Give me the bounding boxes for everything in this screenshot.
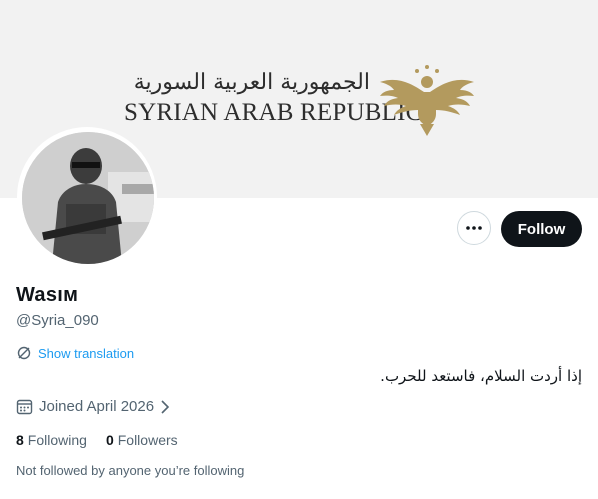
following-link[interactable]: 8 Following: [16, 432, 87, 448]
profile-bio: إذا أردت السلام، فاستعد للحرب.: [380, 367, 582, 385]
display-name: Wasıм: [16, 284, 79, 306]
follow-stats: 8 Following 0 Followers: [16, 432, 197, 448]
not-followed-note: Not followed by anyone you’re following: [16, 463, 245, 478]
more-dots-icon: [466, 226, 482, 230]
user-handle: @Syria_090: [16, 312, 99, 329]
more-options-button[interactable]: [457, 211, 491, 245]
banner-title-arabic: الجمهورية العربية السورية: [133, 70, 370, 95]
chevron-right-icon: [161, 399, 170, 414]
followers-label: Followers: [117, 432, 178, 448]
joined-date: Joined April 2026: [39, 398, 155, 415]
followers-count: 0: [105, 432, 114, 448]
translate-icon: [17, 346, 31, 360]
follow-button[interactable]: Follow: [501, 211, 582, 247]
following-label: Following: [27, 432, 87, 448]
avatar-photo: [22, 132, 154, 264]
following-count: 8: [16, 432, 24, 448]
calendar-icon: [16, 399, 33, 415]
eagle-emblem-icon: [380, 65, 474, 136]
avatar[interactable]: [22, 132, 154, 264]
joined-date-row[interactable]: Joined April 2026: [16, 398, 172, 415]
show-translation-label: Show translation: [38, 345, 135, 361]
followers-link[interactable]: 0 Followers: [106, 432, 178, 448]
show-translation-link[interactable]: Show translation: [16, 345, 134, 361]
